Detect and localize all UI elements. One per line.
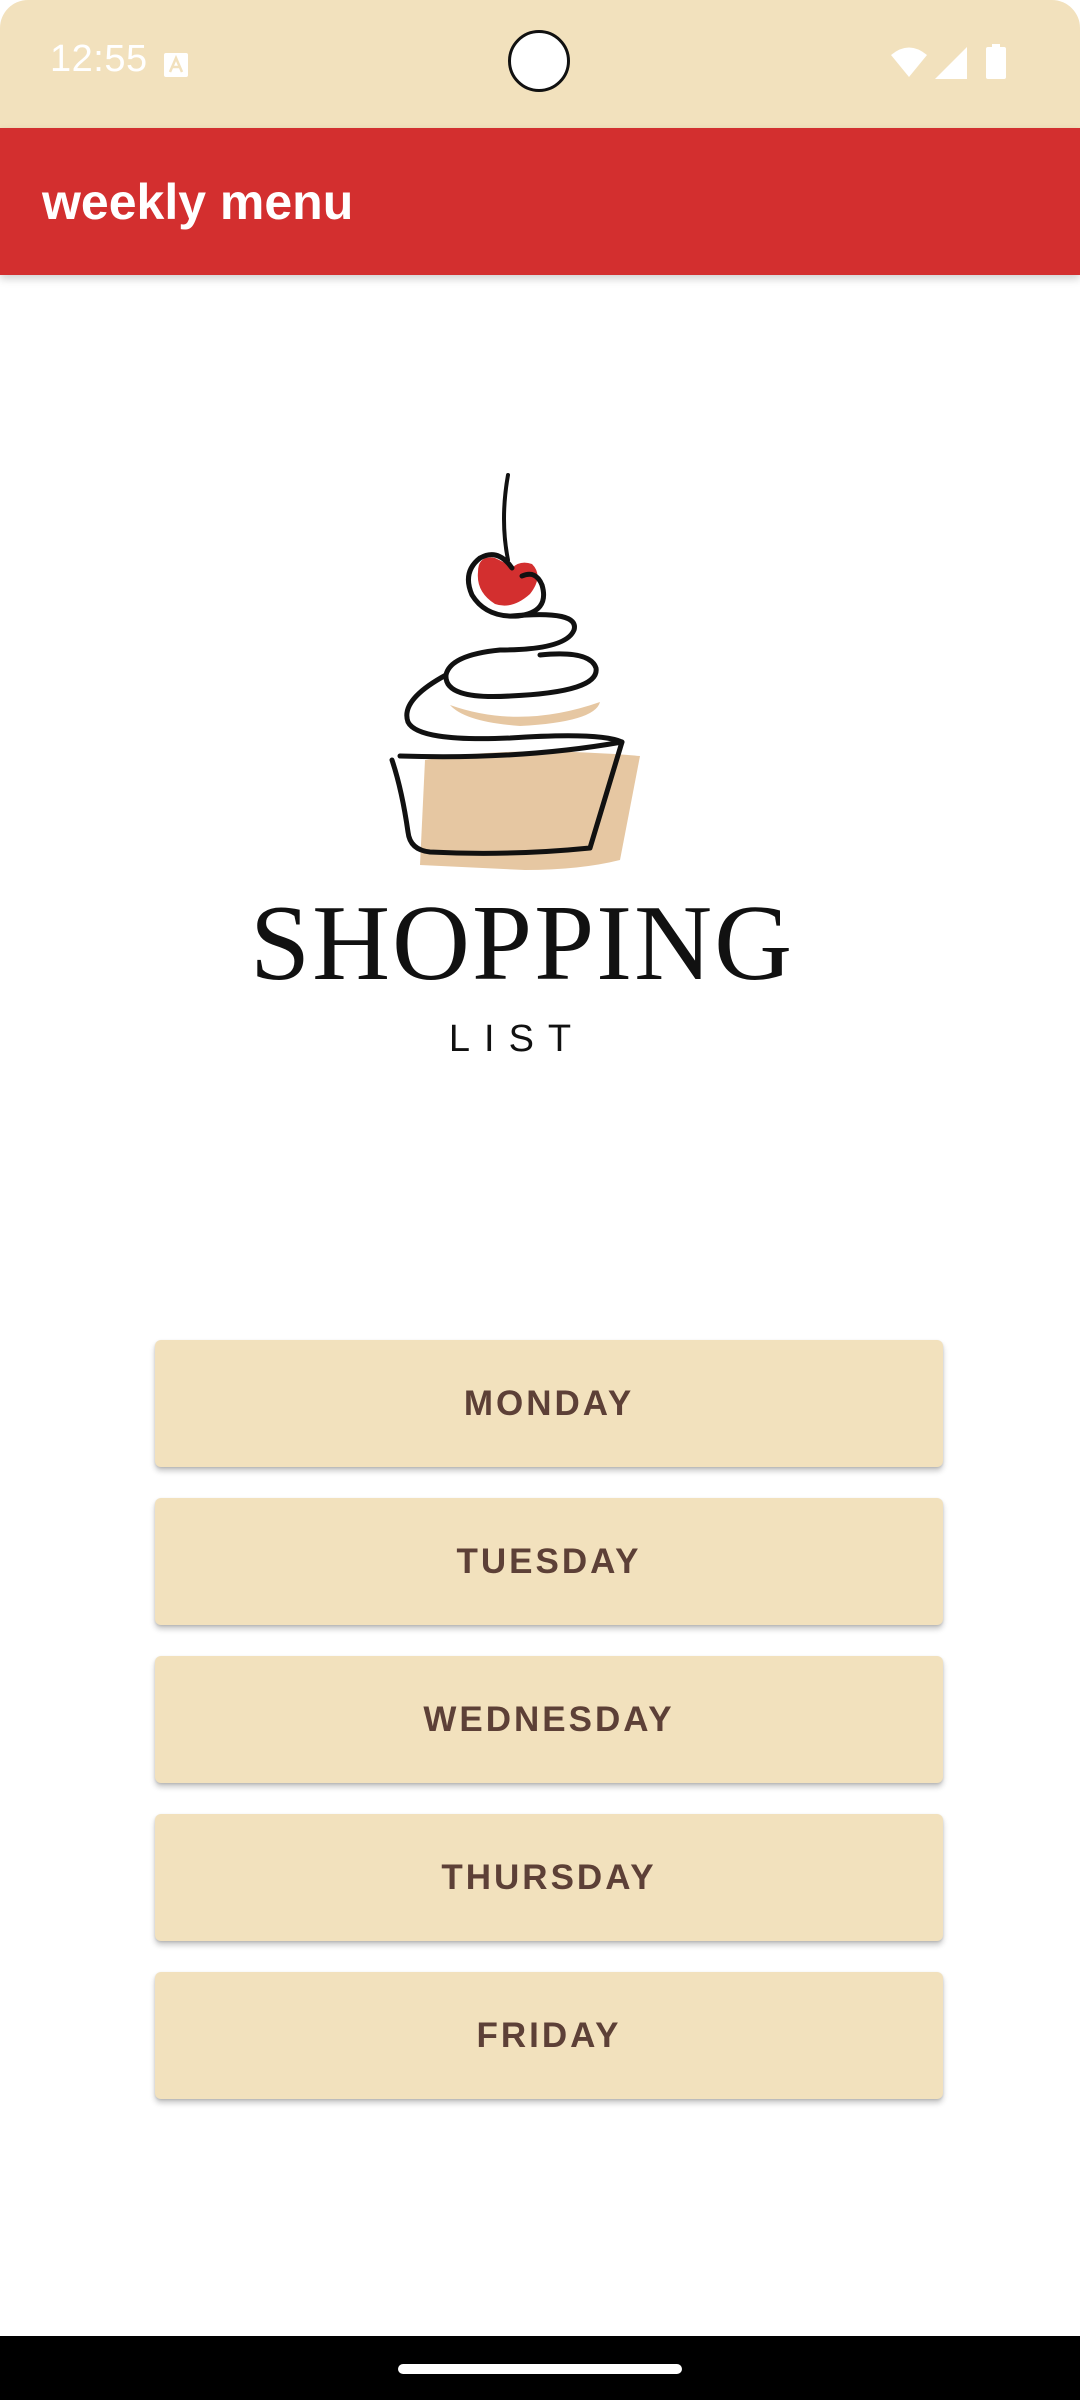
wifi-icon bbox=[891, 47, 927, 77]
status-bar: 12:55 bbox=[0, 0, 1080, 128]
monday-button[interactable]: MONDAY bbox=[155, 1340, 943, 1467]
app-bar: weekly menu bbox=[0, 128, 1080, 275]
day-button-list: MONDAY TUESDAY WEDNESDAY THURSDAY FRIDAY bbox=[155, 1340, 943, 2130]
logo-subtitle: LIST bbox=[448, 1018, 586, 1060]
a-notification-icon bbox=[164, 53, 188, 77]
app-screen: 12:55 weekly menu SHOPPING LIST MONDAY T… bbox=[0, 0, 1080, 2400]
cupcake-icon bbox=[389, 473, 640, 870]
friday-button[interactable]: FRIDAY bbox=[155, 1972, 943, 2099]
wednesday-button[interactable]: WEDNESDAY bbox=[155, 1656, 943, 1783]
shopping-list-logo: SHOPPING LIST bbox=[250, 460, 795, 1080]
camera-cutout bbox=[508, 30, 570, 92]
home-indicator[interactable] bbox=[398, 2364, 682, 2374]
tuesday-button[interactable]: TUESDAY bbox=[155, 1498, 943, 1625]
app-title: weekly menu bbox=[42, 174, 354, 230]
thursday-button[interactable]: THURSDAY bbox=[155, 1814, 943, 1941]
battery-icon bbox=[986, 44, 1006, 79]
navigation-bar bbox=[0, 2336, 1080, 2400]
signal-icon bbox=[935, 47, 967, 79]
status-time: 12:55 bbox=[50, 38, 148, 80]
logo-title: SHOPPING bbox=[250, 884, 795, 1003]
